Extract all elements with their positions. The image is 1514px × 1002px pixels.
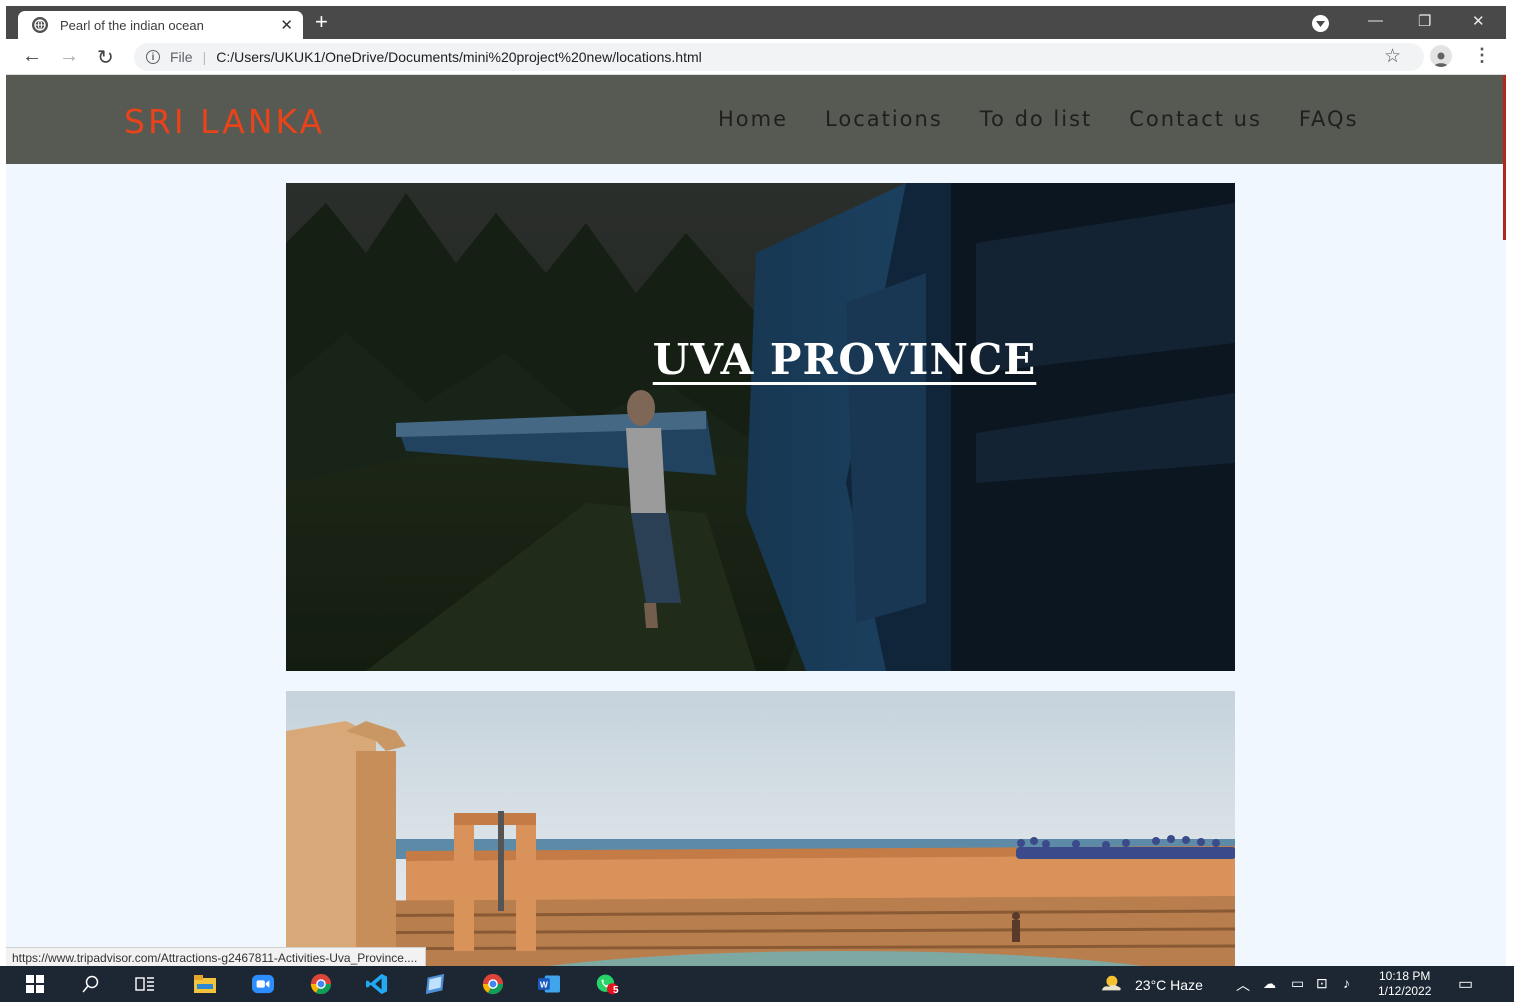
word-icon[interactable]: W: [538, 974, 560, 994]
tab-search-icon[interactable]: [1312, 15, 1329, 32]
vscode-icon[interactable]: [366, 973, 388, 995]
location-card-uva[interactable]: UVA PROVINCE: [286, 183, 1235, 671]
globe-icon: [32, 17, 48, 33]
svg-text:W: W: [540, 979, 548, 989]
card-title[interactable]: UVA PROVINCE: [286, 335, 1235, 384]
file-scheme-label: File: [170, 49, 193, 65]
search-icon[interactable]: [80, 974, 102, 994]
windows-start-icon[interactable]: [24, 974, 46, 994]
page-viewport: SRI LANKA Home Locations To do list Cont…: [6, 75, 1506, 966]
site-header: SRI LANKA Home Locations To do list Cont…: [6, 75, 1506, 164]
notes-app-icon[interactable]: [424, 973, 446, 995]
page-scrollbar-thumb[interactable]: [1503, 75, 1506, 240]
browser-tab[interactable]: Pearl of the indian ocean ✕: [18, 11, 303, 39]
card-title-text: UVA PROVINCE: [652, 335, 1037, 384]
site-logo[interactable]: SRI LANKA: [124, 102, 325, 141]
chevron-up-icon[interactable]: ︿: [1236, 975, 1250, 995]
file-explorer-icon[interactable]: [194, 974, 216, 994]
browser-toolbar: ← → ↻ i File | C:/Users/UKUK1/OneDrive/D…: [6, 39, 1506, 75]
main-nav: Home Locations To do list Contact us FAQ…: [718, 107, 1359, 131]
nav-to-do-list[interactable]: To do list: [980, 107, 1092, 131]
chrome-profile-icon[interactable]: [310, 973, 332, 995]
url-text[interactable]: C:/Users/UKUK1/OneDrive/Documents/mini%2…: [216, 49, 702, 65]
system-clock[interactable]: 10:18 PM 1/12/2022: [1378, 969, 1431, 999]
reload-icon[interactable]: ↻: [97, 45, 114, 70]
battery-icon[interactable]: ▭: [1291, 975, 1304, 992]
nav-home[interactable]: Home: [718, 107, 788, 131]
nav-locations[interactable]: Locations: [825, 107, 943, 131]
chrome-icon[interactable]: [482, 973, 504, 995]
tab-title: Pearl of the indian ocean: [60, 17, 204, 33]
whatsapp-icon[interactable]: 5: [596, 974, 619, 996]
restore-icon[interactable]: ❐: [1418, 12, 1431, 30]
zoom-icon[interactable]: [252, 974, 274, 994]
nav-faqs[interactable]: FAQs: [1299, 107, 1359, 131]
volume-icon[interactable]: ♪: [1343, 975, 1350, 991]
notifications-icon[interactable]: ▭: [1458, 974, 1473, 994]
task-view-icon[interactable]: [134, 974, 156, 994]
weather-icon[interactable]: [1100, 974, 1122, 994]
minimize-icon[interactable]: —: [1368, 12, 1383, 29]
clock-time: 10:18 PM: [1379, 969, 1431, 983]
tab-close-icon[interactable]: ✕: [280, 16, 293, 34]
browser-titlebar: Pearl of the indian ocean ✕ + — ❐ ✕: [6, 6, 1506, 39]
network-icon[interactable]: ⊡: [1316, 975, 1328, 992]
omnibox-separator: |: [202, 49, 207, 65]
nav-contact-us[interactable]: Contact us: [1129, 107, 1262, 131]
account-icon[interactable]: [1430, 45, 1452, 67]
bookmark-star-icon[interactable]: ☆: [1384, 45, 1401, 68]
back-icon[interactable]: ←: [22, 45, 42, 68]
clock-date: 1/12/2022: [1378, 984, 1432, 998]
cloud-offline-icon[interactable]: ☁: [1263, 976, 1276, 992]
status-bar-url: https://www.tripadvisor.com/Attractions-…: [6, 947, 427, 967]
address-bar[interactable]: i File | C:/Users/UKUK1/OneDrive/Documen…: [134, 43, 1424, 71]
pond-photo: [286, 691, 1235, 966]
kebab-menu-icon[interactable]: ⋮: [1473, 45, 1491, 66]
train-photo: [286, 183, 1235, 671]
info-icon[interactable]: i: [146, 50, 160, 64]
close-window-icon[interactable]: ✕: [1472, 12, 1485, 30]
weather-text[interactable]: 23°C Haze: [1135, 977, 1203, 993]
whatsapp-badge: 5: [613, 985, 619, 996]
windows-taskbar: W 5 23°C Haze ︿ ☁ ▭ ⊡ ♪ 10:18 PM 1/12/20…: [0, 966, 1514, 1002]
forward-icon[interactable]: →: [59, 45, 79, 68]
new-tab-button[interactable]: +: [315, 9, 328, 35]
location-card-pond[interactable]: [286, 691, 1235, 966]
